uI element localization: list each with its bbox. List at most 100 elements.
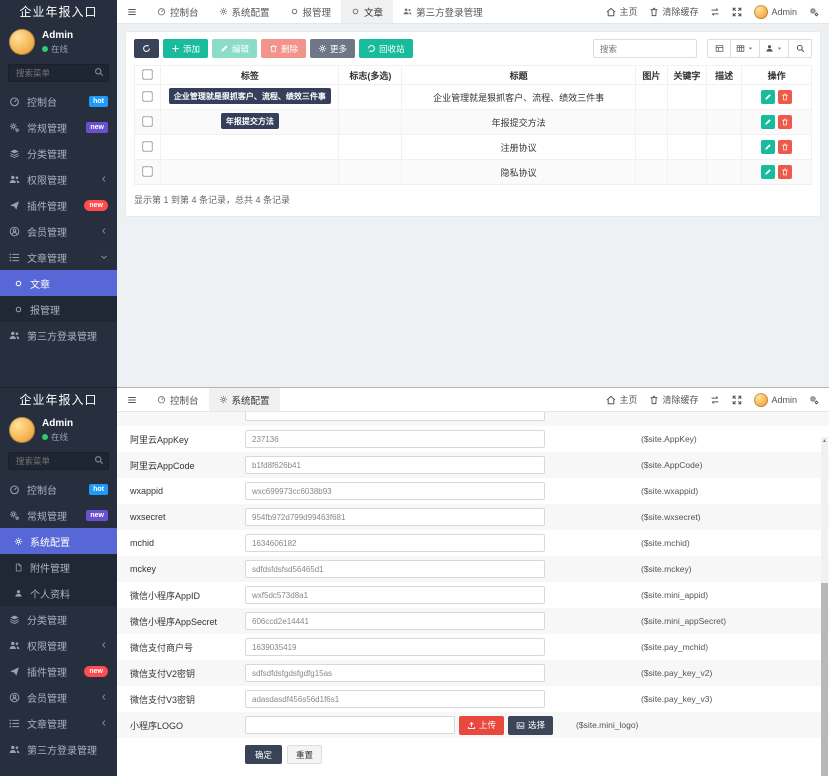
avatar[interactable] xyxy=(9,417,35,443)
sidebar-toggle-icon[interactable] xyxy=(117,0,147,23)
row-checkbox[interactable] xyxy=(142,91,152,101)
settings-button[interactable] xyxy=(809,7,819,17)
submit-button[interactable]: 确定 xyxy=(245,745,282,764)
fullscreen-button[interactable] xyxy=(732,7,742,17)
row-checkbox[interactable] xyxy=(142,166,152,176)
add-button[interactable]: 添加 xyxy=(163,39,208,58)
table-search-input[interactable] xyxy=(593,39,697,58)
sidebar-toggle-icon[interactable] xyxy=(117,388,147,411)
trash-icon xyxy=(781,93,789,101)
avatar[interactable] xyxy=(9,29,35,55)
home-link[interactable]: 主页 xyxy=(606,393,637,406)
sidebar-item-addon[interactable]: 插件管理new xyxy=(0,658,117,684)
sidebar-item-member[interactable]: 会员管理 xyxy=(0,218,117,244)
row-delete-button[interactable] xyxy=(778,90,792,104)
user-menu[interactable]: Admin xyxy=(754,393,797,407)
wxsecret-field[interactable] xyxy=(245,508,545,526)
check-update-button[interactable] xyxy=(710,395,720,405)
sidebar-item-auth[interactable]: 权限管理 xyxy=(0,166,117,192)
row-edit-button[interactable] xyxy=(761,90,775,104)
more-button[interactable]: 更多 xyxy=(310,39,355,58)
sidebar-item-article-group[interactable]: 文章管理 xyxy=(0,244,117,270)
sidebar-item-category[interactable]: 分类管理 xyxy=(0,140,117,166)
scroll-up-arrow[interactable]: ▲ xyxy=(821,438,828,445)
gear-icon xyxy=(219,395,228,404)
sidebar-item-attachment[interactable]: 附件管理 xyxy=(0,554,117,580)
sidebar-item-system-config[interactable]: 系统配置 xyxy=(0,528,117,554)
settings-button[interactable] xyxy=(809,395,819,405)
row-checkbox[interactable] xyxy=(142,141,152,151)
tab-article[interactable]: 文章 xyxy=(341,0,393,23)
check-update-button[interactable] xyxy=(710,7,720,17)
sidebar-item-dashboard[interactable]: 控制台hot xyxy=(0,476,117,502)
appkey-field[interactable] xyxy=(245,430,545,448)
user-menu[interactable]: Admin xyxy=(754,5,797,19)
recycle-bin-button[interactable]: 回收站 xyxy=(359,39,413,58)
sidebar-item-dashboard[interactable]: 控制台hot xyxy=(0,88,117,114)
col-desc: 描述 xyxy=(707,66,742,85)
tab-report-mgmt[interactable]: 报管理 xyxy=(280,0,342,23)
mckey-field[interactable] xyxy=(245,560,545,578)
row-edit-button[interactable] xyxy=(761,140,775,154)
wxappid-field[interactable] xyxy=(245,482,545,500)
col-image: 图片 xyxy=(635,66,667,85)
tab-system-config[interactable]: 系统配置 xyxy=(209,0,280,23)
sidebar-item-auth[interactable]: 权限管理 xyxy=(0,632,117,658)
clear-cache-link[interactable]: 清除缓存 xyxy=(649,393,698,406)
pay-mchid-field[interactable] xyxy=(245,638,545,656)
upload-button[interactable]: 上传 xyxy=(459,716,504,735)
sidebar-item-general[interactable]: 常规管理new xyxy=(0,502,117,528)
users-icon xyxy=(9,330,20,341)
vertical-scrollbar[interactable]: ▲ xyxy=(821,437,828,775)
sidebar-item-article[interactable]: 文章 xyxy=(0,270,117,296)
trash-icon xyxy=(649,395,659,405)
gear-icon xyxy=(318,44,327,53)
tab-dashboard[interactable]: 控制台 xyxy=(147,0,209,23)
search-toggle-button[interactable] xyxy=(788,39,812,58)
tab-thirdparty[interactable]: 第三方登录管理 xyxy=(393,0,493,23)
home-link[interactable]: 主页 xyxy=(606,5,637,18)
sidebar-menu: 控制台hot 常规管理new 分类管理 权限管理 插件管理new 会员管理 文章… xyxy=(0,88,117,388)
reset-button[interactable]: 重置 xyxy=(287,745,322,764)
tab-system-config[interactable]: 系统配置 xyxy=(209,388,280,411)
trash-icon xyxy=(781,168,789,176)
delete-button[interactable]: 删除 xyxy=(261,39,306,58)
sidebar-item-general[interactable]: 常规管理new xyxy=(0,114,117,140)
pay-key-v3-field[interactable] xyxy=(245,690,545,708)
mini-appsecret-field[interactable] xyxy=(245,612,545,630)
choose-image-button[interactable]: 选择 xyxy=(508,716,553,735)
row-checkbox[interactable] xyxy=(142,116,152,126)
fullscreen-button[interactable] xyxy=(732,395,742,405)
trash-icon xyxy=(781,118,789,126)
sidebar-item-thirdparty[interactable]: 第三方登录管理 xyxy=(0,322,117,348)
toggle-view-button[interactable] xyxy=(707,39,731,58)
row-delete-button[interactable] xyxy=(778,115,792,129)
row-edit-button[interactable] xyxy=(761,115,775,129)
sidebar-item-category[interactable]: 分类管理 xyxy=(0,606,117,632)
sidebar-item-report-mgmt[interactable]: 报管理 xyxy=(0,296,117,322)
mchid-field[interactable] xyxy=(245,534,545,552)
row-delete-button[interactable] xyxy=(778,140,792,154)
top-navbar: 控制台 系统配置 主页 清除缓存 Admin xyxy=(117,388,829,412)
pay-key-v2-field[interactable] xyxy=(245,664,545,682)
edit-button[interactable]: 编辑 xyxy=(212,39,257,58)
users-icon xyxy=(403,7,412,16)
row-edit-button[interactable] xyxy=(761,165,775,179)
row-delete-button[interactable] xyxy=(778,165,792,179)
sidebar-item-article-group[interactable]: 文章管理 xyxy=(0,710,117,736)
tab-dashboard[interactable]: 控制台 xyxy=(147,388,209,411)
mini-logo-field[interactable] xyxy=(245,716,455,734)
refresh-button[interactable] xyxy=(134,39,159,58)
scrollbar-thumb[interactable] xyxy=(821,583,828,776)
appcode-field[interactable] xyxy=(245,456,545,474)
export-button[interactable] xyxy=(759,39,789,58)
select-all-checkbox[interactable] xyxy=(142,69,152,79)
sidebar-item-thirdparty[interactable]: 第三方登录管理 xyxy=(0,736,117,762)
columns-button[interactable] xyxy=(730,39,760,58)
mini-appid-field[interactable] xyxy=(245,586,545,604)
sidebar-item-profile[interactable]: 个人资料 xyxy=(0,580,117,606)
sidebar-item-member[interactable]: 会员管理 xyxy=(0,684,117,710)
sidebar-item-addon[interactable]: 插件管理new xyxy=(0,192,117,218)
clear-cache-link[interactable]: 清除缓存 xyxy=(649,5,698,18)
hot-badge: hot xyxy=(89,96,108,107)
